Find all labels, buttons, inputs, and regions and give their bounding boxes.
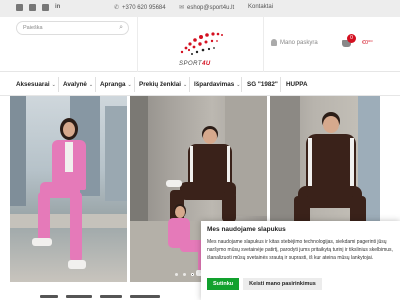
top-utility-bar: in ✆ +370 620 95684 ✉ eshop@sport4u.lt Kon… [0, 0, 400, 17]
nav-item-prekiu-zenklai[interactable]: Prekių ženklai ⌄ [139, 73, 187, 96]
nav-item-aksesuarai[interactable]: Aksesuarai ⌄ [16, 73, 56, 96]
phone-link[interactable]: ✆ +370 620 95684 [114, 4, 166, 11]
hero-image-woman-pink-tracksuit [10, 96, 127, 282]
phone-text: +370 620 95684 [122, 5, 166, 11]
cart-count-badge: 0 [347, 34, 356, 43]
nav-divider [58, 77, 59, 92]
instagram-icon[interactable] [29, 4, 36, 11]
linkedin-icon[interactable]: in [55, 4, 63, 11]
slider-dot[interactable] [175, 273, 178, 276]
nav-label: SG "1982" [247, 81, 278, 88]
nav-label: Išpardavimas [194, 81, 235, 88]
nav-item-sg-1982[interactable]: SG "1982" [247, 73, 278, 96]
chevron-down-icon: ⌄ [88, 82, 94, 88]
logo-suffix: 4U [202, 61, 211, 67]
chevron-down-icon: ⌄ [51, 82, 56, 88]
slider-dots [175, 273, 202, 276]
nav-divider [280, 77, 281, 92]
account-label: Mano paskyra [280, 40, 318, 47]
header-divider [263, 17, 264, 72]
header-divider [137, 17, 138, 72]
accept-cookies-button[interactable]: Sutinku [207, 278, 240, 290]
facebook-icon[interactable] [16, 4, 23, 11]
search-input[interactable]: Paieška ⌕ [16, 21, 129, 35]
cookie-consent-dialog: Mes naudojame slapukus Mes naudojame sla… [201, 221, 400, 300]
email-text: eshop@sport4u.lt [187, 5, 235, 11]
nav-item-avalyne[interactable]: Avalynė ⌄ [63, 73, 93, 96]
nav-item-apranga[interactable]: Apranga ⌄ [100, 73, 132, 96]
contacts-link[interactable]: Kontaktai [248, 4, 273, 10]
mail-icon: ✉ [179, 5, 185, 11]
nav-label: Apranga [100, 81, 126, 88]
email-link[interactable]: ✉ eshop@sport4u.lt [179, 4, 234, 11]
cookie-settings-button[interactable]: Keisti mano pasirinkimus [243, 278, 322, 290]
nav-item-huppa[interactable]: HUPPA [286, 73, 308, 96]
cart-total[interactable]: €0⁰⁰ [362, 40, 373, 46]
sport4u-logo[interactable] [176, 26, 226, 64]
slider-dot-active[interactable] [191, 273, 194, 276]
nav-divider [95, 77, 96, 92]
nav-label: HUPPA [286, 81, 308, 88]
social-links: in [16, 4, 63, 11]
below-fold-content [0, 293, 200, 300]
chevron-down-icon: ⌄ [127, 82, 132, 88]
nav-label: Avalynė [63, 81, 87, 88]
chevron-down-icon: ⌄ [183, 82, 188, 88]
search-placeholder: Paieška [23, 25, 43, 31]
search-icon[interactable]: ⌕ [119, 24, 123, 32]
nav-label: Prekių ženklai [139, 81, 181, 88]
cookie-buttons: Sutinku Keisti mano pasirinkimus [207, 278, 322, 290]
youtube-icon[interactable] [42, 4, 49, 11]
nav-divider [189, 77, 190, 92]
nav-item-ispardavimas[interactable]: Išpardavimas ⌄ [194, 73, 240, 96]
user-icon [271, 39, 277, 46]
account-link[interactable]: Mano paskyra [271, 39, 318, 46]
nav-label: Aksesuarai [16, 81, 50, 88]
logo-wordmark: SPORT4U [179, 61, 211, 67]
phone-icon: ✆ [114, 5, 120, 11]
nav-divider [134, 77, 135, 92]
cookie-text: Mes naudojame slapukus ir kitas stebėjim… [207, 239, 393, 261]
nav-divider [241, 77, 242, 92]
cookie-title: Mes naudojame slapukus [207, 226, 286, 233]
logo-prefix: SPORT [179, 61, 203, 67]
slider-dot[interactable] [183, 273, 186, 276]
chevron-down-icon: ⌄ [236, 82, 241, 88]
